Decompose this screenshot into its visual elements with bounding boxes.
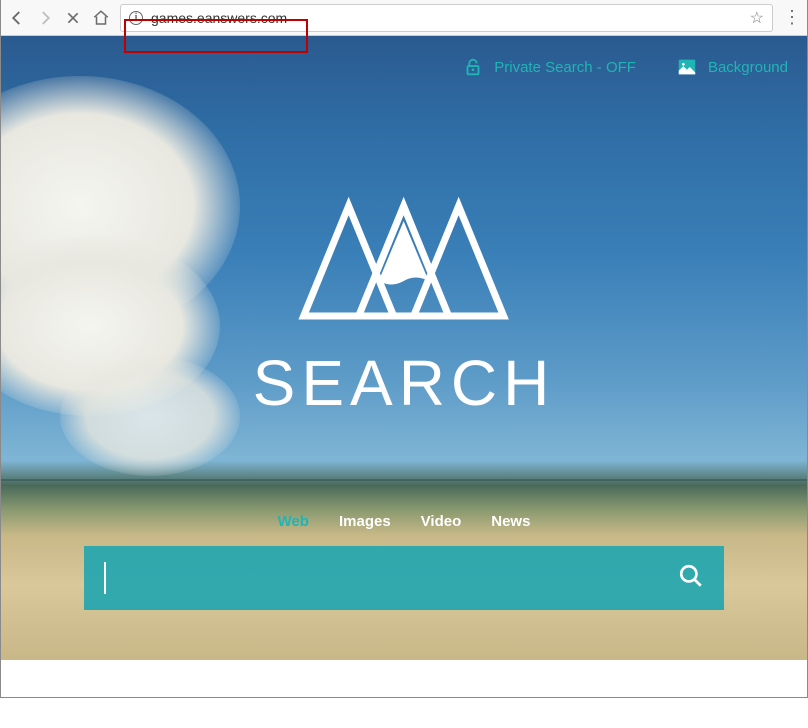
search-tab-video[interactable]: Video [421,513,462,530]
background-button[interactable]: Background [676,56,788,78]
image-icon [676,56,698,78]
search-tab-web[interactable]: Web [278,513,309,530]
page-header: Private Search - OFF Background [462,56,788,78]
address-bar[interactable]: i games.eanswers.com ☆ [120,4,773,32]
search-category-tabs: Web Images Video News [278,513,531,530]
bookmark-star-icon[interactable]: ☆ [750,8,764,28]
x-icon [65,10,81,26]
forward-button[interactable] [36,9,54,27]
browser-toolbar: i games.eanswers.com ☆ ⋮ [0,0,808,36]
search-tab-news[interactable]: News [491,513,530,530]
horizon-line [0,479,808,481]
arrow-left-icon [8,9,26,27]
home-button[interactable] [92,9,110,27]
stop-reload-button[interactable] [64,9,82,27]
private-search-toggle[interactable]: Private Search - OFF [462,56,636,78]
logo: SEARCH [253,186,556,420]
home-icon [92,9,110,27]
mountain-logo-icon [294,186,514,336]
back-button[interactable] [8,9,26,27]
page-bottom-gap [0,660,808,690]
cloud-decoration [60,356,240,476]
search-box [84,546,724,610]
search-input[interactable] [106,546,678,610]
search-tab-images[interactable]: Images [339,513,391,530]
search-icon [678,563,704,589]
private-search-label: Private Search - OFF [494,59,636,76]
logo-text: SEARCH [253,346,556,420]
lock-open-icon [462,56,484,78]
site-info-icon[interactable]: i [129,11,143,25]
background-label: Background [708,59,788,76]
arrow-right-icon [36,9,54,27]
page-content: Private Search - OFF Background SEARCH W… [0,36,808,660]
url-text: games.eanswers.com [151,10,287,26]
browser-menu-button[interactable]: ⋮ [783,7,800,28]
search-submit-button[interactable] [678,563,704,594]
